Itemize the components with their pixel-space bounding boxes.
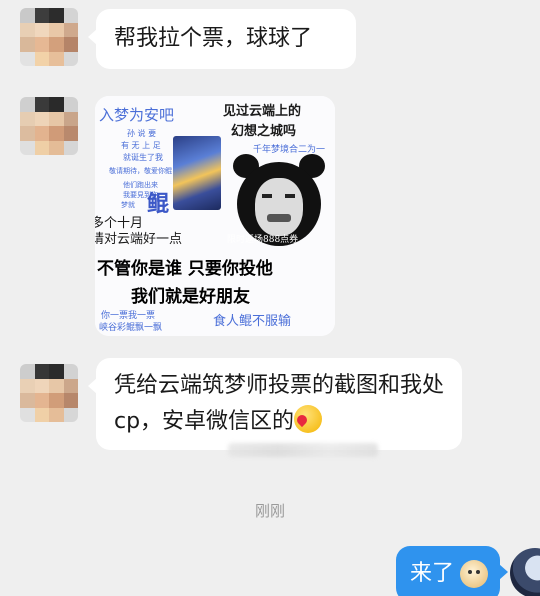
contact-avatar[interactable] [20,97,78,155]
message-text: 凭给云端筑梦师投票的截图和我处cp，安卓微信区的 [114,373,445,434]
sticker-text: 幻想之城吗 [231,124,297,139]
redacted-text [228,443,378,457]
message-text: 帮我拉个票，球球了 [114,26,313,51]
sticker-text: 就诞生了我 [123,153,163,162]
message-bubble[interactable]: 凭给云端筑梦师投票的截图和我处cp，安卓微信区的 [88,358,462,450]
sticker-text: 不管你是谁 只要你投他 [97,259,273,279]
message-timestamp: 刚刚 [254,502,285,520]
sticker-text: 限时返场888点券 [227,235,299,245]
sticker-text: 敬请期待，敬爱你鲲 [109,167,172,175]
my-avatar[interactable] [510,548,540,596]
message-bubble[interactable]: 帮我拉个票，球球了 [88,9,356,69]
sticker-text: 入梦为安吧 [99,106,175,124]
message-text: 来了 [410,561,455,586]
sticker-image[interactable]: 入梦为安吧 见过云端上的 幻想之城吗 千年梦境合二为一 孙 说 要 有 无 上 … [95,96,335,336]
sticker-text: 孙 说 要 [127,129,157,138]
contact-avatar[interactable] [20,8,78,66]
sticker-text: 我们就是好朋友 [131,287,250,307]
sticker-text: 请对云端好一点 [95,232,183,247]
kiss-emoji-icon [294,405,323,433]
sticker-text: 鲲 [147,191,170,217]
my-message-bubble[interactable]: 来了 [396,546,508,596]
contact-avatar[interactable] [20,364,78,422]
sticker-text: 食人鲲不服输 [213,314,292,329]
sticker-text: 有 无 上 足 [121,141,161,150]
doge-emoji-icon [460,560,488,588]
character-art [173,136,221,210]
sticker-text: 梦就 [121,201,135,209]
sticker-text: 见过云端上的 [223,104,302,119]
sticker-text: 峡谷彩鲲飘一飘 [99,323,163,333]
